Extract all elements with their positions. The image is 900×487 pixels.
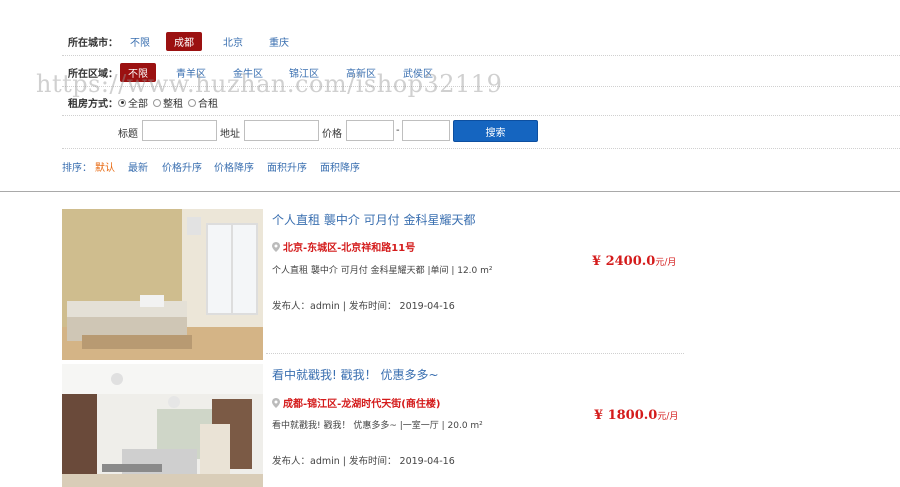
radio-button-icon[interactable]: [118, 98, 126, 107]
rent-type-all-label: 全部: [128, 99, 148, 110]
address-input[interactable]: [244, 120, 319, 141]
location-pin-icon: [272, 397, 280, 408]
listing-title[interactable]: 个人直租 襲中介 可月付 金科星耀天都: [272, 211, 475, 228]
bedroom-photo-image: [62, 209, 263, 360]
filter-separator: [62, 86, 900, 87]
filter-separator: [62, 115, 900, 116]
city-filter-label: 所在城市：: [68, 38, 118, 49]
living-room-photo-image: [62, 364, 263, 487]
title-field-label: 标题: [118, 129, 138, 140]
location-pin-icon: [272, 241, 280, 252]
listing-price: ¥ 1800.0元/月: [594, 408, 678, 423]
listing-price-unit: 元/月: [655, 258, 677, 268]
rent-type-label: 租房方式：: [68, 99, 118, 110]
price-range-separator: -: [396, 125, 400, 136]
listing-address-text: 北京-东城区-北京祥和路11号: [283, 243, 416, 254]
sort-area-asc[interactable]: 面积升序: [267, 159, 307, 174]
city-option-chengdu[interactable]: 成都: [166, 32, 202, 51]
district-option-qingyang[interactable]: 青羊区: [176, 65, 206, 80]
rent-type-whole-label: 整租: [163, 99, 183, 110]
title-input[interactable]: [142, 120, 217, 141]
sort-newest[interactable]: 最新: [128, 159, 148, 174]
sort-price-desc[interactable]: 价格降序: [214, 159, 254, 174]
listing-description: 看中就戳我! 戳我！ 优惠多多~ |一室一厅 | 20.0 m²: [272, 421, 483, 431]
listing-address: 北京-东城区-北京祥和路11号: [272, 239, 415, 254]
radio-button-icon[interactable]: [188, 98, 196, 107]
district-option-unlimited[interactable]: 不限: [120, 63, 156, 82]
price-min-input[interactable]: [346, 120, 394, 141]
listing-photo[interactable]: [62, 364, 263, 487]
listing-meta: 发布人：admin | 发布时间： 2019-04-16: [272, 301, 455, 312]
rent-type-shared[interactable]: 合租: [188, 95, 218, 110]
search-button[interactable]: 搜索: [453, 120, 538, 142]
city-option-chongqing[interactable]: 重庆: [269, 34, 289, 49]
district-filter-label: 所在区域：: [68, 69, 118, 80]
district-option-jinjiang[interactable]: 锦江区: [289, 65, 319, 80]
filter-separator: [62, 148, 900, 149]
price-max-input[interactable]: [402, 120, 450, 141]
filter-separator: [62, 55, 900, 56]
price-field-label: 价格: [322, 129, 342, 140]
sort-area-desc[interactable]: 面积降序: [320, 159, 360, 174]
city-option-beijing[interactable]: 北京: [223, 34, 243, 49]
district-option-wuhou[interactable]: 武侯区: [403, 65, 433, 80]
district-option-jinniu[interactable]: 金牛区: [233, 65, 263, 80]
sort-default[interactable]: 默认: [95, 159, 115, 174]
listing-price-value: ¥ 2400.0: [592, 254, 656, 269]
rent-type-shared-label: 合租: [198, 99, 218, 110]
city-option-unlimited[interactable]: 不限: [130, 34, 150, 49]
listing-price-unit: 元/月: [657, 412, 679, 422]
sort-price-asc[interactable]: 价格升序: [162, 159, 202, 174]
listing-price-value: ¥ 1800.0: [594, 408, 658, 423]
sort-label: 排序：: [62, 163, 92, 174]
listing-address-text: 成都-锦江区-龙湖时代天街(商住楼): [283, 399, 441, 410]
address-field-label: 地址: [220, 129, 240, 140]
section-divider: [0, 191, 900, 192]
listing-photo[interactable]: [62, 209, 263, 360]
listing-description: 个人直租 襲中介 可月付 金科星耀天都 |单间 | 12.0 m²: [272, 266, 493, 276]
listing-meta: 发布人：admin | 发布时间： 2019-04-16: [272, 456, 455, 467]
rent-type-radio-group: 全部 整租 合租: [118, 95, 223, 110]
rent-type-whole[interactable]: 整租: [153, 95, 183, 110]
listing-separator: [266, 353, 684, 354]
radio-button-icon[interactable]: [153, 98, 161, 107]
district-option-gaoxin[interactable]: 高新区: [346, 65, 376, 80]
listing-price: ¥ 2400.0元/月: [592, 254, 676, 269]
listing-address: 成都-锦江区-龙湖时代天街(商住楼): [272, 395, 440, 410]
rent-type-all[interactable]: 全部: [118, 95, 148, 110]
listing-title[interactable]: 看中就戳我! 戳我！ 优惠多多~: [272, 366, 439, 383]
